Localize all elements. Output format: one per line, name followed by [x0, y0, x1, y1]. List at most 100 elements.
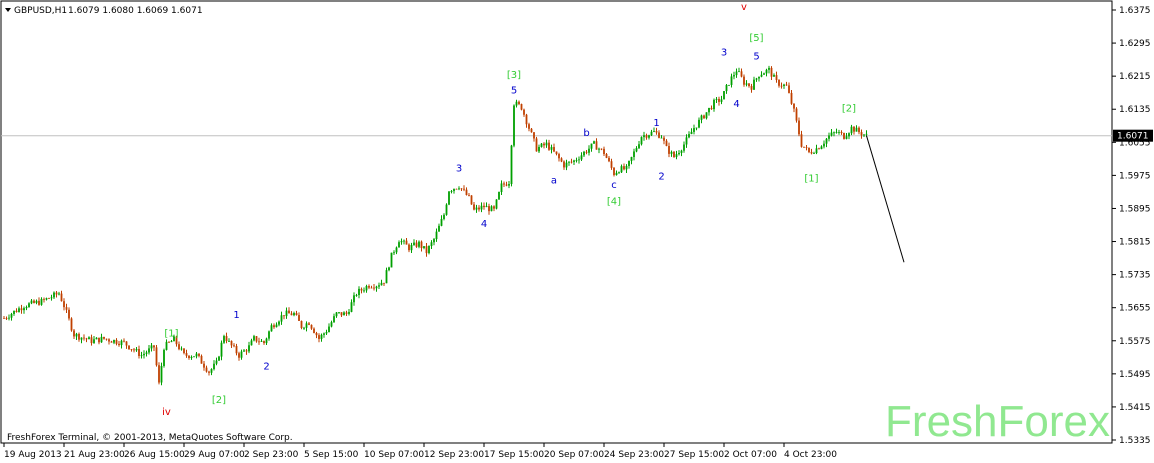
candle-body — [503, 183, 505, 185]
candle-body — [208, 371, 210, 373]
candle-body — [615, 172, 618, 176]
candle-body — [608, 157, 610, 162]
candle-body — [478, 207, 480, 210]
candle-body — [838, 132, 840, 133]
candle-body — [93, 339, 95, 344]
candle-body — [240, 351, 243, 358]
candle-body — [515, 101, 518, 106]
candle-body — [633, 151, 635, 158]
candle-body — [213, 363, 215, 370]
candle-body — [605, 154, 608, 158]
candle-body — [833, 132, 835, 134]
candle-body — [423, 246, 425, 249]
wave-label: iv — [162, 407, 171, 418]
candle-body — [250, 340, 253, 346]
candle-body — [270, 325, 273, 332]
candle-body — [340, 312, 343, 316]
wave-label: b — [583, 128, 589, 139]
candle-body — [305, 323, 308, 328]
candle-body — [603, 148, 605, 155]
candle-body — [405, 240, 408, 245]
wave-label: [3] — [507, 70, 521, 81]
candle-body — [315, 332, 318, 336]
candle — [843, 132, 845, 140]
candle-body — [323, 333, 325, 335]
candle-body — [180, 348, 183, 350]
price-tick-label: 1.5575 — [1119, 337, 1151, 347]
candle-body — [795, 108, 798, 121]
candle-body — [493, 206, 495, 209]
candle-body — [755, 78, 758, 80]
candle — [300, 320, 303, 330]
wave-label: 5 — [511, 86, 517, 97]
candle-body — [313, 328, 315, 333]
candle-body — [368, 286, 370, 288]
candle-body — [280, 315, 283, 322]
candle-body — [823, 143, 825, 147]
watermark-text: FreshForex — [885, 397, 1110, 446]
wave-label: v — [741, 2, 747, 13]
candle-body — [855, 127, 858, 132]
candle-body — [843, 132, 845, 139]
time-tick-label: 26 Aug 15:00 — [124, 450, 185, 460]
candle-body — [523, 109, 525, 115]
candle-body — [613, 167, 615, 176]
candle-body — [420, 241, 423, 249]
candle-body — [655, 131, 658, 133]
candle-body — [338, 312, 340, 313]
candle-body — [543, 143, 545, 146]
price-tick-label: 1.5495 — [1119, 370, 1151, 380]
price-tick-label: 1.6215 — [1119, 72, 1151, 82]
candle-body — [440, 218, 443, 226]
candle-body — [853, 126, 855, 132]
candle-body — [375, 286, 378, 289]
candle-body — [70, 318, 73, 331]
candle-body — [410, 244, 413, 251]
candle-body — [578, 159, 580, 161]
candle-body — [110, 341, 113, 343]
wave-label: 4 — [733, 99, 739, 110]
candle-body — [600, 148, 603, 150]
candle-body — [383, 282, 385, 284]
chart-window[interactable]: FreshForex v [5] 3 5 4 [3] 5 b 1 a c 2 [4] 3 4 [2] [1] 1 2… — [0, 0, 1154, 463]
candle-body — [298, 315, 300, 321]
candle-body — [218, 356, 220, 361]
candle-body — [243, 350, 245, 352]
candle-body — [123, 340, 125, 342]
candle-body — [863, 134, 865, 136]
candle-body — [580, 155, 583, 160]
candle-body — [803, 146, 805, 148]
chart-header: GBPUSD,H1 1.6079 1.6080 1.6069 1.6071 — [5, 6, 203, 16]
candle-body — [295, 313, 298, 316]
candle-body — [505, 184, 508, 186]
candle-body — [698, 119, 700, 128]
candle-body — [628, 160, 630, 166]
candle-body — [720, 99, 723, 102]
candle-body — [490, 206, 493, 212]
wave-label: [5] — [749, 33, 763, 44]
candle-body — [583, 151, 585, 156]
time-tick-label: 4 Oct 23:00 — [784, 450, 837, 460]
candle-body — [788, 85, 790, 93]
candle-body — [48, 298, 50, 299]
wave-label: [2] — [212, 395, 226, 406]
candle-body — [695, 127, 698, 129]
candle-body — [778, 80, 780, 86]
time-tick-label: 29 Aug 07:00 — [184, 450, 245, 460]
candle — [445, 203, 448, 216]
candle-body — [33, 300, 35, 303]
candle-body — [798, 120, 800, 135]
candle-body — [258, 341, 260, 343]
candle-body — [625, 165, 628, 170]
candle-body — [723, 91, 725, 100]
candle-body — [20, 308, 23, 311]
candle-body — [60, 293, 63, 302]
candle-body — [163, 349, 165, 366]
candle-body — [418, 241, 420, 247]
candle-body — [168, 341, 170, 343]
candlestick-chart[interactable]: FreshForex v[5]3 54[3]5b1a c2[4]34[2][1]12… — [0, 0, 1154, 463]
candle-body — [55, 292, 58, 295]
candle-body — [138, 349, 140, 356]
candle-body — [178, 344, 180, 350]
candle-body — [355, 295, 358, 296]
